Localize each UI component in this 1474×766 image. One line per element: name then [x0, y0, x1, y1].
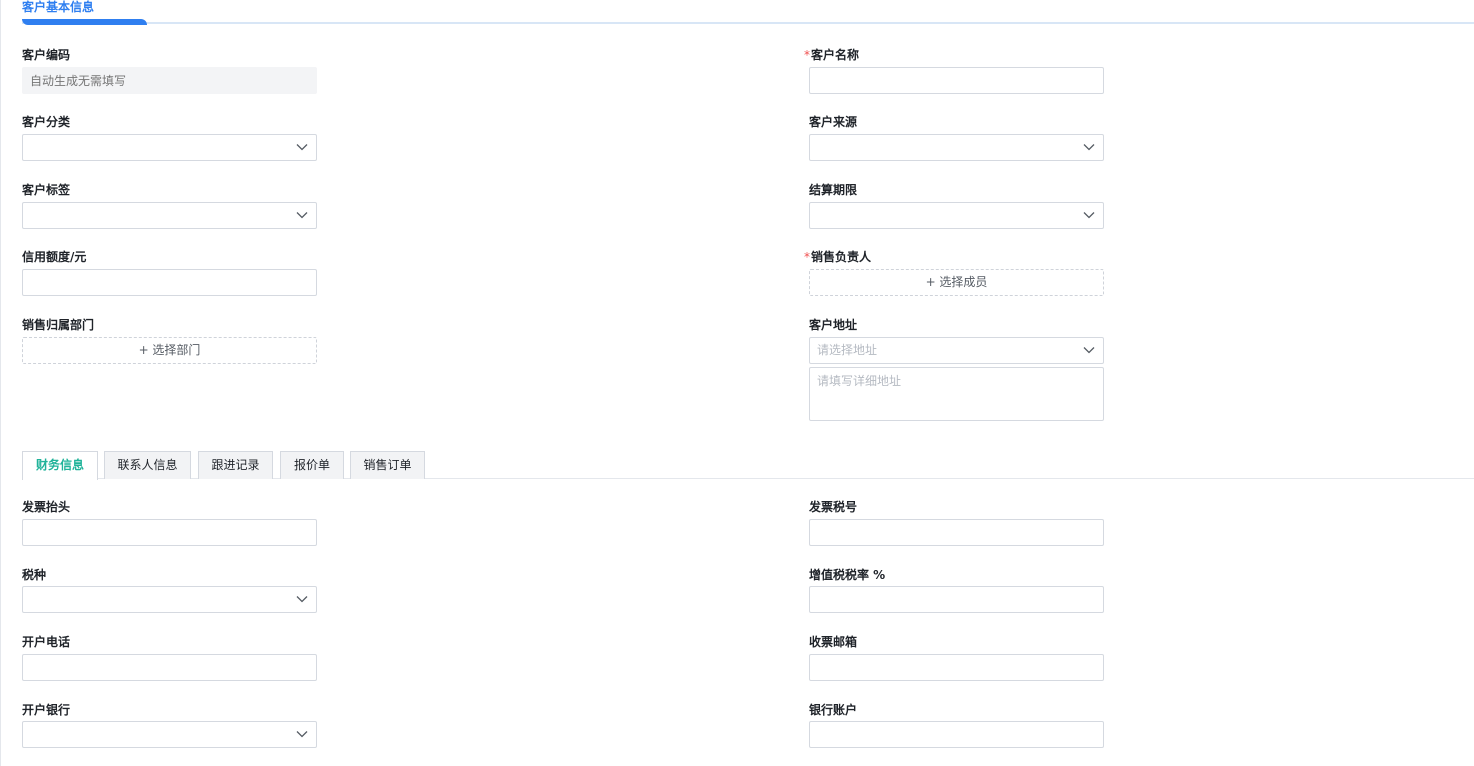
- address-select-placeholder: 请选择地址: [817, 343, 878, 357]
- tab-sales-order[interactable]: 销售订单: [350, 451, 425, 479]
- customer-source-select[interactable]: [809, 134, 1104, 161]
- bank-account-input[interactable]: [809, 721, 1104, 748]
- customer-category-label: 客户分类: [22, 115, 71, 129]
- bank-name-label: 开户银行: [22, 703, 71, 717]
- vat-rate-input[interactable]: [809, 586, 1104, 613]
- select-department-button[interactable]: + 选择部门: [22, 337, 317, 364]
- chevron-down-icon: [1083, 212, 1095, 219]
- chevron-down-icon: [1083, 144, 1095, 151]
- section-title: 客户基本信息: [22, 0, 95, 14]
- settlement-period-select[interactable]: [809, 202, 1104, 229]
- sales-dept-label: 销售归属部门: [22, 318, 95, 332]
- customer-name-label: *客户名称: [804, 48, 859, 62]
- chevron-down-icon: [1083, 347, 1095, 354]
- tax-type-select[interactable]: [22, 586, 317, 613]
- invoice-email-label: 收票邮箱: [809, 635, 858, 649]
- bank-name-select[interactable]: [22, 721, 317, 748]
- customer-name-label-text: 客户名称: [811, 48, 860, 62]
- invoice-email-input[interactable]: [809, 654, 1104, 681]
- sales-owner-label-text: 销售负责人: [811, 250, 872, 264]
- customer-category-select[interactable]: [22, 134, 317, 161]
- address-detail-textarea[interactable]: 请填写详细地址: [809, 367, 1104, 421]
- tax-number-input[interactable]: [809, 519, 1104, 546]
- bank-account-label: 银行账户: [809, 703, 858, 717]
- chevron-down-icon: [296, 731, 308, 738]
- settlement-period-label: 结算期限: [809, 183, 858, 197]
- tax-type-label: 税种: [22, 568, 47, 582]
- select-member-button[interactable]: + 选择成员: [809, 269, 1104, 296]
- chevron-down-icon: [296, 212, 308, 219]
- bank-phone-input[interactable]: [22, 654, 317, 681]
- vat-rate-label: 增值税税率 %: [809, 568, 886, 582]
- required-mark: *: [804, 250, 810, 264]
- sales-owner-label: *销售负责人: [804, 250, 871, 264]
- tab-finance[interactable]: 财务信息: [22, 451, 98, 480]
- customer-tag-label: 客户标签: [22, 183, 71, 197]
- chevron-down-icon: [296, 144, 308, 151]
- customer-source-label: 客户来源: [809, 115, 858, 129]
- customer-code-input: [22, 67, 317, 94]
- tab-follow-up[interactable]: 跟进记录: [198, 451, 273, 479]
- tab-contacts[interactable]: 联系人信息: [104, 451, 191, 479]
- required-mark: *: [804, 48, 810, 62]
- customer-address-label: 客户地址: [809, 318, 858, 332]
- credit-limit-input[interactable]: [22, 269, 317, 296]
- customer-tag-select[interactable]: [22, 202, 317, 229]
- bank-phone-label: 开户电话: [22, 635, 71, 649]
- credit-limit-label: 信用额度/元: [22, 250, 87, 264]
- left-border: [0, 0, 1, 766]
- address-select[interactable]: 请选择地址: [809, 337, 1104, 364]
- invoice-title-label: 发票抬头: [22, 500, 71, 514]
- tax-number-label: 发票税号: [809, 500, 858, 514]
- customer-code-label: 客户编码: [22, 48, 71, 62]
- section-title-indicator: [22, 19, 147, 25]
- section-title-underline: [22, 22, 1474, 24]
- customer-name-input[interactable]: [809, 67, 1104, 94]
- chevron-down-icon: [296, 596, 308, 603]
- invoice-title-input[interactable]: [22, 519, 317, 546]
- tab-quotation[interactable]: 报价单: [280, 451, 344, 479]
